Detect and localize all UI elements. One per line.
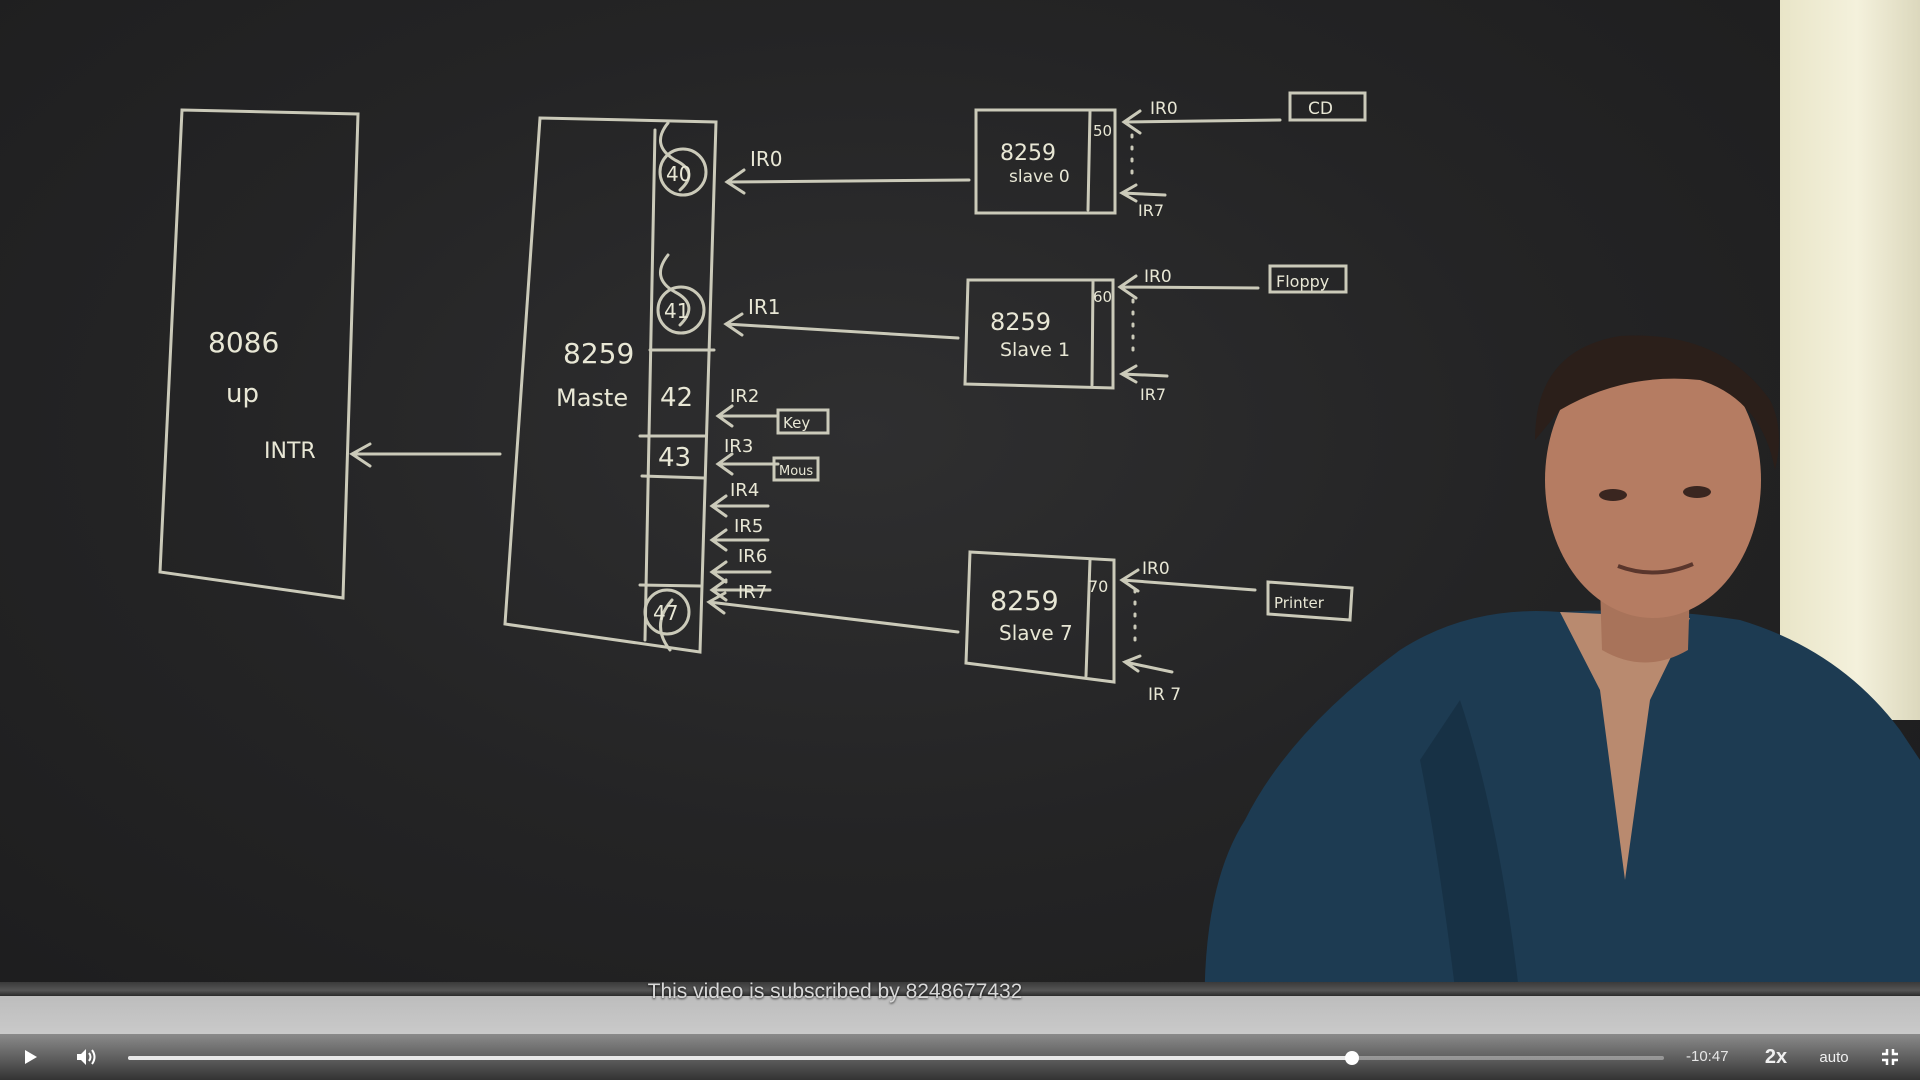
quality-button[interactable]: auto: [1812, 1034, 1856, 1080]
playback-speed-button[interactable]: 2x: [1756, 1034, 1796, 1080]
video-control-bar: -10:47 2x auto: [0, 1034, 1920, 1080]
presenter-body: [1204, 610, 1920, 1034]
volume-button[interactable]: [68, 1034, 104, 1080]
subscription-watermark: This video is subscribed by 8248677432: [647, 980, 1023, 1003]
play-icon: [25, 1050, 37, 1064]
seek-bar-progress: [128, 1056, 1353, 1060]
video-frame[interactable]: 8086 up INTR 8259 Maste 40 41 42 43 47 I…: [0, 0, 1920, 1080]
time-remaining: -10:47: [1686, 1048, 1729, 1065]
play-button[interactable]: [12, 1034, 48, 1080]
seek-handle[interactable]: [1345, 1051, 1360, 1065]
seek-bar[interactable]: [128, 1051, 1664, 1065]
volume-icon: [77, 1049, 96, 1065]
exit-fullscreen-icon: [1882, 1049, 1898, 1065]
exit-fullscreen-button[interactable]: [1872, 1034, 1908, 1080]
presenter: [1204, 335, 1920, 1034]
